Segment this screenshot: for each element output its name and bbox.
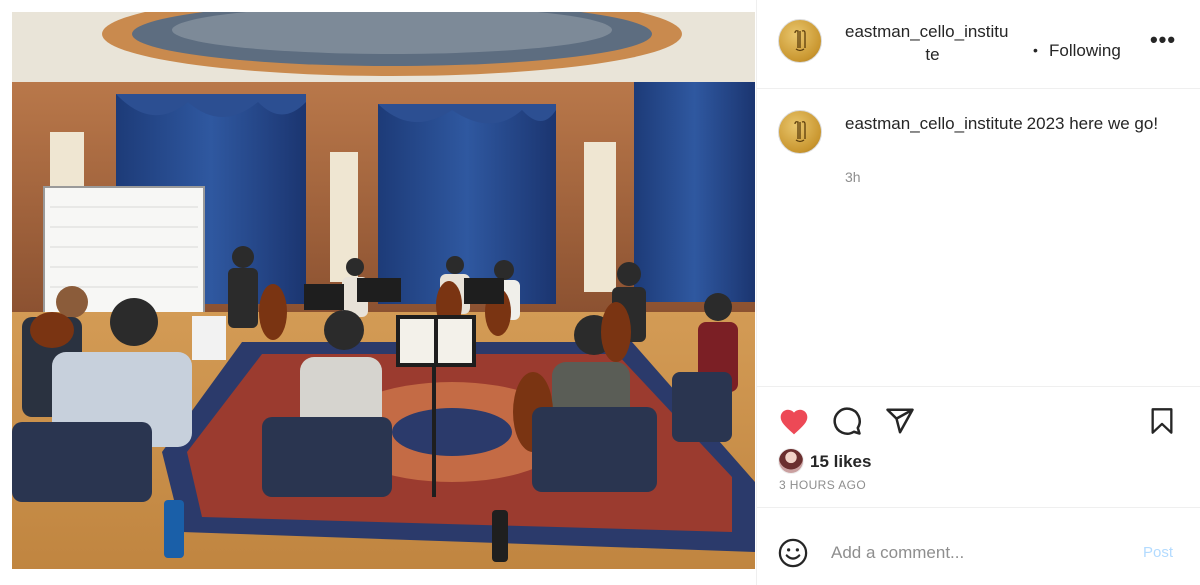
caption-text-block: eastman_cello_institute 2023 here we go! xyxy=(845,111,1185,137)
post-actions: 15 likes 3 HOURS AGO xyxy=(757,388,1200,508)
comment-input[interactable]: Add a comment... xyxy=(831,543,964,563)
share-icon xyxy=(886,408,914,434)
caption-username[interactable]: eastman_cello_institute xyxy=(845,114,1023,133)
comment-button[interactable] xyxy=(830,404,864,438)
post-date[interactable]: 3 HOURS AGO xyxy=(779,478,866,492)
post-side-panel: eastman_cello_institu te • Following •••… xyxy=(756,0,1200,585)
comment-icon xyxy=(833,407,861,435)
author-username-line2[interactable]: te xyxy=(845,43,1020,67)
cello-logo-icon xyxy=(794,30,806,52)
save-button[interactable] xyxy=(1145,404,1179,438)
post-header: eastman_cello_institu te • Following ••• xyxy=(757,0,1200,89)
cello-logo-icon xyxy=(794,121,806,143)
more-options-icon[interactable]: ••• xyxy=(1150,28,1175,52)
post-image[interactable] xyxy=(12,12,755,569)
share-button[interactable] xyxy=(883,404,917,438)
emoji-icon[interactable] xyxy=(778,538,808,568)
header-separator: • xyxy=(1033,42,1038,58)
author-avatar[interactable] xyxy=(778,19,822,63)
like-button[interactable] xyxy=(777,404,811,438)
liker-avatar[interactable] xyxy=(778,448,804,474)
caption-author-avatar[interactable] xyxy=(778,110,822,154)
author-username-line1[interactable]: eastman_cello_institu xyxy=(845,20,1035,44)
post-photo-graphic xyxy=(12,12,755,569)
add-comment-section: Add a comment... Post xyxy=(757,509,1200,585)
likes-count[interactable]: 15 likes xyxy=(810,452,871,472)
bookmark-icon xyxy=(1151,408,1173,434)
post-caption: eastman_cello_institute 2023 here we go! … xyxy=(757,90,1200,387)
caption-timestamp[interactable]: 3h xyxy=(845,169,861,185)
caption-text: 2023 here we go! xyxy=(1026,114,1159,133)
post-comment-button[interactable]: Post xyxy=(1143,544,1173,561)
heart-filled-icon xyxy=(780,409,808,435)
following-button[interactable]: Following xyxy=(1049,41,1121,61)
